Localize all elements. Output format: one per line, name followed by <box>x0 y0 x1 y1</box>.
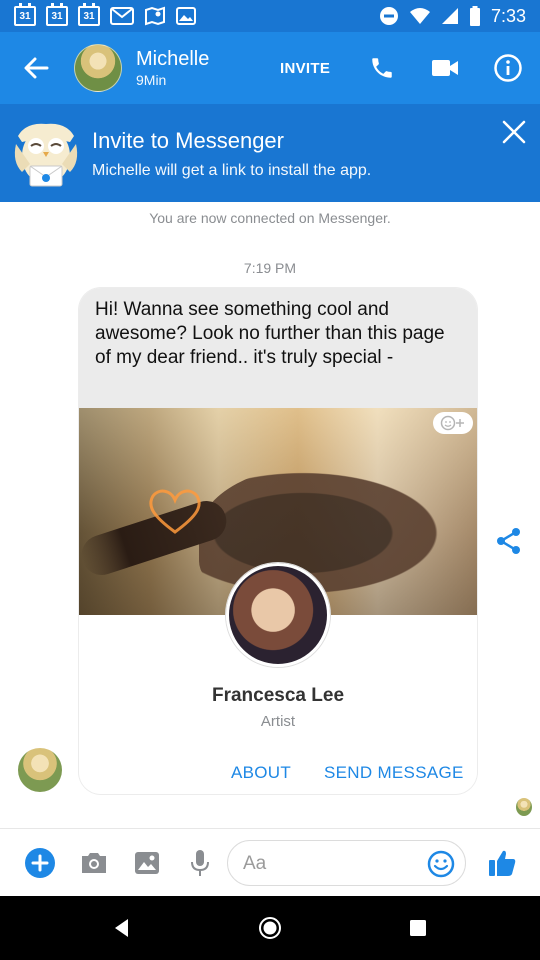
back-button[interactable] <box>0 32 72 104</box>
do-not-disturb-icon <box>379 7 398 25</box>
page-profile-picture[interactable] <box>226 563 330 667</box>
camera-icon <box>82 853 106 873</box>
calendar-day: 31 <box>19 10 31 22</box>
thumbs-up-icon <box>489 850 516 876</box>
gmail-icon <box>110 7 134 25</box>
heart-icon <box>149 489 201 534</box>
calendar-icon: 31 <box>78 3 100 26</box>
invite-button[interactable]: INVITE <box>280 60 330 77</box>
invite-banner-title: Invite to Messenger <box>92 128 284 153</box>
contact-active-status: 9Min <box>136 72 167 88</box>
system-navigation-bar <box>0 896 540 960</box>
contact-name: Michelle <box>136 48 210 70</box>
conversation-info-button[interactable] <box>492 52 524 84</box>
close-icon[interactable] <box>498 116 530 148</box>
message-thread[interactable]: You are now connected on Messenger. 7:19… <box>0 202 540 828</box>
wifi-icon <box>409 8 430 24</box>
camera-button[interactable] <box>78 847 110 879</box>
message-timestamp: 7:19 PM <box>243 260 297 276</box>
contact-avatar[interactable] <box>74 44 122 92</box>
page-category: Artist <box>260 713 296 730</box>
calendar-day: 31 <box>51 10 63 22</box>
back-arrow-icon <box>24 57 49 79</box>
image-icon <box>135 852 159 874</box>
phone-icon <box>372 58 392 78</box>
video-camera-icon <box>432 60 458 76</box>
invite-banner[interactable]: Invite to Messenger Michelle will get a … <box>0 104 540 202</box>
info-icon <box>494 54 522 82</box>
message-composer: Aa <box>0 828 540 896</box>
home-icon[interactable] <box>258 916 282 940</box>
sender-avatar[interactable] <box>18 748 62 792</box>
microphone-icon <box>191 850 209 876</box>
message-text: Hi! Wanna see something cool and awesome… <box>79 288 477 408</box>
about-button[interactable]: ABOUT <box>231 763 291 783</box>
add-reaction-button[interactable] <box>433 412 473 434</box>
shared-page-card[interactable]: Francesca Lee Artist ABOUT SEND MESSAGE <box>79 563 477 794</box>
back-icon[interactable] <box>110 916 134 940</box>
smiley-plus-icon <box>440 415 464 431</box>
like-button[interactable] <box>486 847 518 879</box>
read-receipt-avatar <box>516 798 532 816</box>
gallery-button[interactable] <box>131 847 163 879</box>
voice-call-button[interactable] <box>366 52 398 84</box>
maps-icon <box>145 6 165 26</box>
connection-notice: You are now connected on Messenger. <box>149 210 391 226</box>
battery-icon <box>469 6 480 26</box>
share-icon[interactable] <box>494 526 524 556</box>
status-bar: 31 31 31 7:33 <box>0 0 540 32</box>
video-call-button[interactable] <box>429 52 461 84</box>
page-name[interactable]: Francesca Lee <box>79 685 477 707</box>
conversation-header: Michelle 9Min INVITE <box>0 32 540 104</box>
calendar-icon: 31 <box>14 3 36 26</box>
plus-circle-icon <box>25 848 55 878</box>
message-input-placeholder: Aa <box>243 853 267 874</box>
voice-clip-button[interactable] <box>184 847 216 879</box>
clock: 7:33 <box>490 5 526 26</box>
more-actions-button[interactable] <box>24 847 56 879</box>
signal-icon <box>441 8 458 24</box>
calendar-day: 31 <box>83 10 95 22</box>
emoji-icon[interactable] <box>427 850 455 878</box>
contact-info[interactable]: Michelle 9Min <box>136 47 209 89</box>
message-bubble[interactable]: Hi! Wanna see something cool and awesome… <box>79 288 477 794</box>
invite-banner-subtitle: Michelle will get a link to install the … <box>92 162 372 179</box>
recents-icon[interactable] <box>406 916 430 940</box>
calendar-icon: 31 <box>46 3 68 26</box>
owl-mascot-icon <box>14 123 78 187</box>
photos-icon <box>176 7 196 25</box>
send-message-button[interactable]: SEND MESSAGE <box>324 763 464 783</box>
message-input[interactable]: Aa <box>227 840 466 886</box>
